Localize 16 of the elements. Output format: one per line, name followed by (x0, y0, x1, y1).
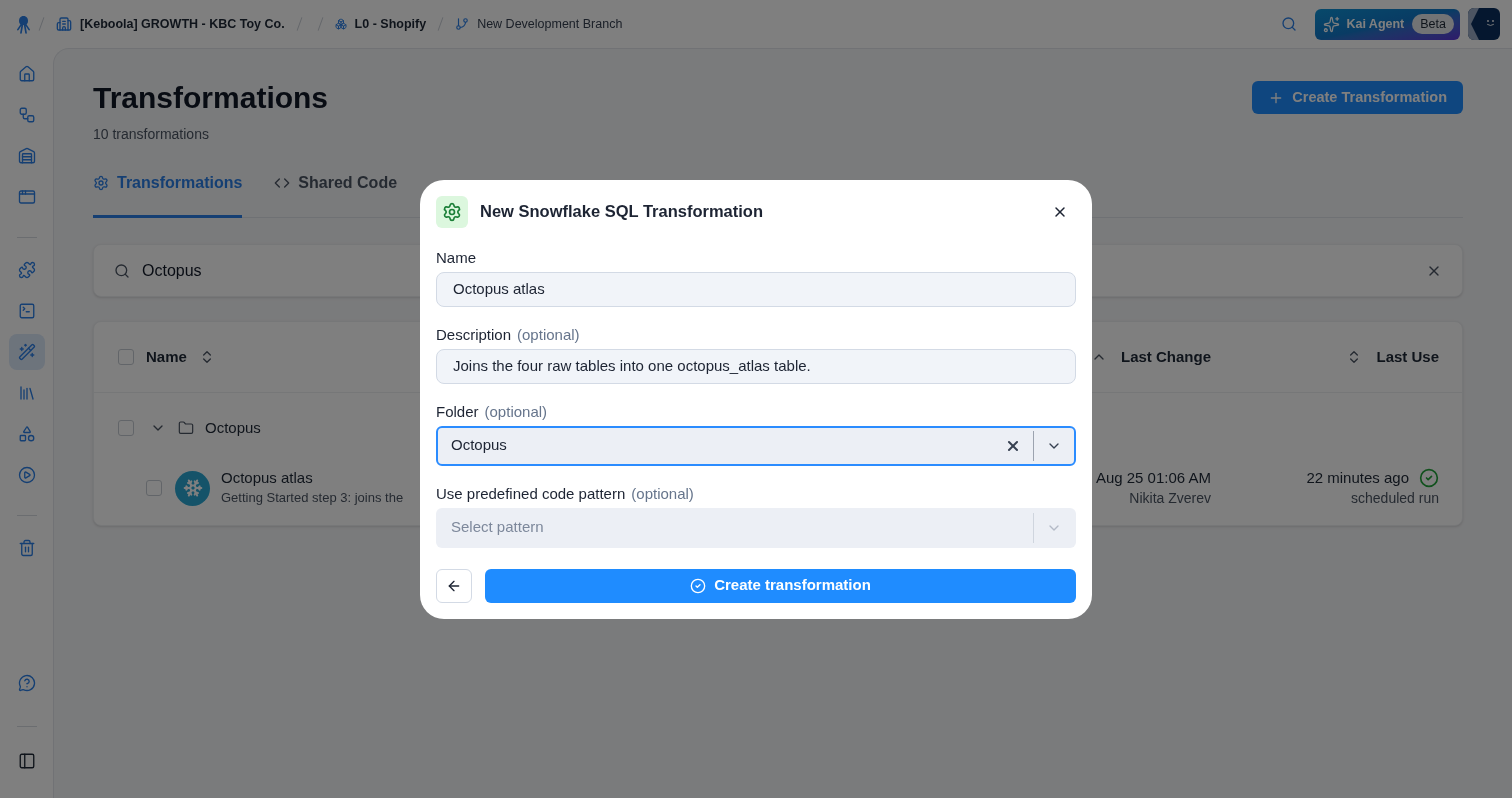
field-label: Use predefined code pattern (436, 483, 626, 504)
last-change-date: Aug 25 01:06 AM (1095, 468, 1211, 488)
optional-note: (optional) (517, 324, 580, 345)
page-subtitle: 10 transformations (93, 125, 209, 144)
field-label: Folder (436, 401, 479, 422)
page-title: Transformations (93, 80, 329, 116)
last-use-time: 22 minutes ago (1306, 468, 1409, 488)
field-label: Name (436, 247, 476, 268)
transformation-description: Getting Started step 3: joins the (221, 489, 404, 507)
dialog-title: New Snowflake SQL Transformation (480, 201, 763, 223)
last-use-note: scheduled run (1351, 489, 1439, 508)
optional-note: (optional) (631, 483, 694, 504)
changed-by: Nikita Zverev (1129, 489, 1211, 508)
optional-note: (optional) (484, 401, 548, 422)
field-label: Description (436, 324, 512, 345)
beta-badge: Beta (1412, 13, 1454, 35)
